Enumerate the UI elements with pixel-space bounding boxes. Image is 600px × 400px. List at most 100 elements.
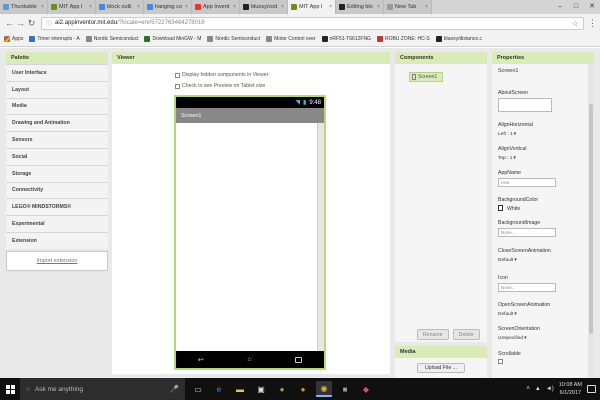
screen-scrollbar[interactable] (317, 123, 324, 351)
bookmark-item[interactable]: bluesy/distance.c (435, 36, 482, 42)
maximize-button[interactable]: □ (568, 0, 584, 14)
bookmark-item[interactable]: Timer interrupts - A (29, 36, 80, 42)
volume-icon[interactable]: ◄) (546, 386, 554, 392)
close-tab-icon[interactable]: × (279, 4, 284, 10)
component-tree-item-screen1[interactable]: Screen1 (409, 72, 443, 82)
browser-tab[interactable]: Thunkable × (0, 0, 48, 14)
chrome-icon[interactable]: ◉ (316, 381, 332, 397)
bookmark-item[interactable]: Motor Control over (266, 36, 316, 42)
browser-tab[interactable]: Editing blo × (336, 0, 384, 14)
upload-file-button[interactable]: Upload File ... (416, 363, 465, 373)
microphone-icon[interactable]: 🎤 (170, 385, 179, 393)
palette-category[interactable]: Connectivity (6, 181, 108, 199)
bookmark-label: Nordic Semiconduct (215, 36, 261, 42)
browser-tab[interactable]: bluesy/cod × (240, 0, 288, 14)
browser-tab[interactable]: MIT App I × (48, 0, 96, 14)
bookmark-label: nRF51-T6612FNG (329, 36, 371, 42)
bookmark-item[interactable]: Download MinGW - M (144, 36, 201, 42)
browser-tab[interactable]: hanging co × (144, 0, 192, 14)
task-view-icon[interactable]: ▭ (190, 381, 206, 397)
info-icon[interactable]: ⓘ (46, 19, 52, 28)
browser-tab[interactable]: New Tab × (384, 0, 432, 14)
app-name-input[interactable]: new (498, 178, 556, 187)
app-icon-green[interactable]: ● (274, 381, 290, 397)
close-tab-icon[interactable]: × (87, 4, 92, 10)
close-tab-icon[interactable]: × (135, 4, 140, 10)
palette-category[interactable]: LEGO® MINDSTORMS® (6, 198, 108, 216)
forward-button[interactable]: → (15, 18, 26, 28)
background-color-swatch[interactable] (498, 205, 503, 211)
bookmark-item[interactable]: Nordic Semiconduct (207, 36, 260, 42)
close-animation-select[interactable]: Default ▾ (498, 256, 517, 264)
palette-category[interactable]: Experimental (6, 215, 108, 232)
open-animation-select[interactable]: Default ▾ (498, 310, 517, 318)
palette-category[interactable]: Extension (6, 231, 108, 249)
close-tab-icon[interactable]: × (375, 4, 380, 10)
action-center-icon[interactable] (587, 385, 596, 393)
screen-canvas[interactable] (176, 123, 324, 351)
align-vertical-select[interactable]: Top : 1 ▾ (498, 154, 516, 162)
about-screen-input[interactable] (498, 98, 552, 112)
browser-tab-strip: Thunkable × MIT App I × block outli × hanging … (0, 0, 600, 14)
bookmark-item[interactable]: nRF51-T6612FNG (321, 36, 371, 42)
phone-preview[interactable]: ◥ ▮ 9:48 Screen1 ↩ ⌂ (175, 96, 325, 369)
palette-category[interactable]: Drawing and Animation (6, 114, 108, 132)
bookmark-item[interactable]: Nordic Semiconduct (85, 36, 138, 42)
background-image-input[interactable]: None... (498, 228, 556, 237)
scrollable-checkbox[interactable] (498, 359, 503, 364)
palette-category[interactable]: Storage (6, 164, 108, 182)
store-icon[interactable]: ▣ (253, 381, 269, 397)
cortana-search-box[interactable]: ○ Ask me anything 🎤 (20, 378, 185, 400)
import-extension-link[interactable]: Import extension (6, 250, 108, 271)
display-hidden-checkbox[interactable] (175, 72, 180, 78)
minimize-button[interactable]: – (552, 0, 568, 14)
display-hidden-option[interactable]: Display hidden components in Viewer (175, 72, 268, 78)
icon-input[interactable]: None... (498, 283, 556, 292)
browser-tab[interactable]: App Invent × (192, 0, 240, 14)
edge-icon[interactable]: e (211, 381, 227, 397)
rename-button[interactable]: Rename (417, 329, 449, 340)
browser-tab[interactable]: block outli × (96, 0, 144, 14)
palette-category[interactable]: Sensors (6, 131, 108, 148)
browser-menu-icon[interactable]: ⋮ (588, 18, 597, 29)
tab-favicon-icon (147, 4, 153, 10)
url-input[interactable]: ⓘ ai2.appinventor.mit.edu /?locale=en#57… (41, 16, 584, 30)
tray-chevron-icon[interactable]: ˄ (526, 386, 530, 392)
apps-bookmark[interactable]: Apps (4, 36, 23, 42)
clock[interactable]: 10:08 AM 6/1/2017 (559, 381, 582, 397)
bookmark-item[interactable]: ROBU ZONE: HC-S (376, 36, 430, 42)
palette-category[interactable]: Media (6, 97, 108, 115)
browser-tab[interactable]: MIT App I × (288, 0, 336, 14)
close-tab-icon[interactable]: × (39, 4, 44, 10)
palette-category[interactable]: Social (6, 147, 108, 165)
start-button[interactable] (0, 378, 20, 400)
app-icon-gray[interactable]: ■ (337, 381, 353, 397)
properties-scrollbar[interactable] (588, 64, 594, 378)
close-tab-icon[interactable]: × (327, 4, 332, 10)
screen-orientation-select[interactable]: Unspecified ▾ (498, 334, 527, 342)
tablet-preview-option[interactable]: Check to see Preview on Tablet size (175, 83, 265, 89)
close-tab-icon[interactable]: × (231, 4, 236, 10)
palette-category[interactable]: Layout (6, 80, 108, 98)
tablet-preview-checkbox[interactable] (175, 83, 180, 89)
properties-scroll-thumb[interactable] (589, 104, 593, 334)
app-icon-red[interactable]: ◆ (358, 381, 374, 397)
bookmark-star-icon[interactable]: ☆ (572, 19, 579, 28)
close-tab-icon[interactable]: × (423, 4, 428, 10)
close-window-button[interactable]: ✕ (584, 0, 600, 14)
delete-button[interactable]: Delete (452, 329, 480, 340)
back-button[interactable]: ← (4, 18, 15, 28)
bookmark-label: Timer interrupts - A (37, 36, 80, 42)
tab-title: New Tab (395, 4, 417, 10)
app-icon-orange[interactable]: ● (295, 381, 311, 397)
align-horizontal-select[interactable]: Left : 1 ▾ (498, 130, 516, 138)
reload-button[interactable]: ↻ (26, 18, 37, 29)
screen-orientation-label: ScreenOrientation (498, 326, 540, 332)
close-animation-label: CloseScreenAnimation (498, 248, 551, 254)
network-icon[interactable]: ▲ (535, 386, 541, 392)
palette-category[interactable]: User Interface (6, 64, 108, 81)
align-vertical-label: AlignVertical (498, 146, 527, 152)
background-color-value[interactable]: White (507, 206, 520, 212)
file-explorer-icon[interactable]: ▬ (232, 381, 248, 397)
close-tab-icon[interactable]: × (183, 4, 188, 10)
